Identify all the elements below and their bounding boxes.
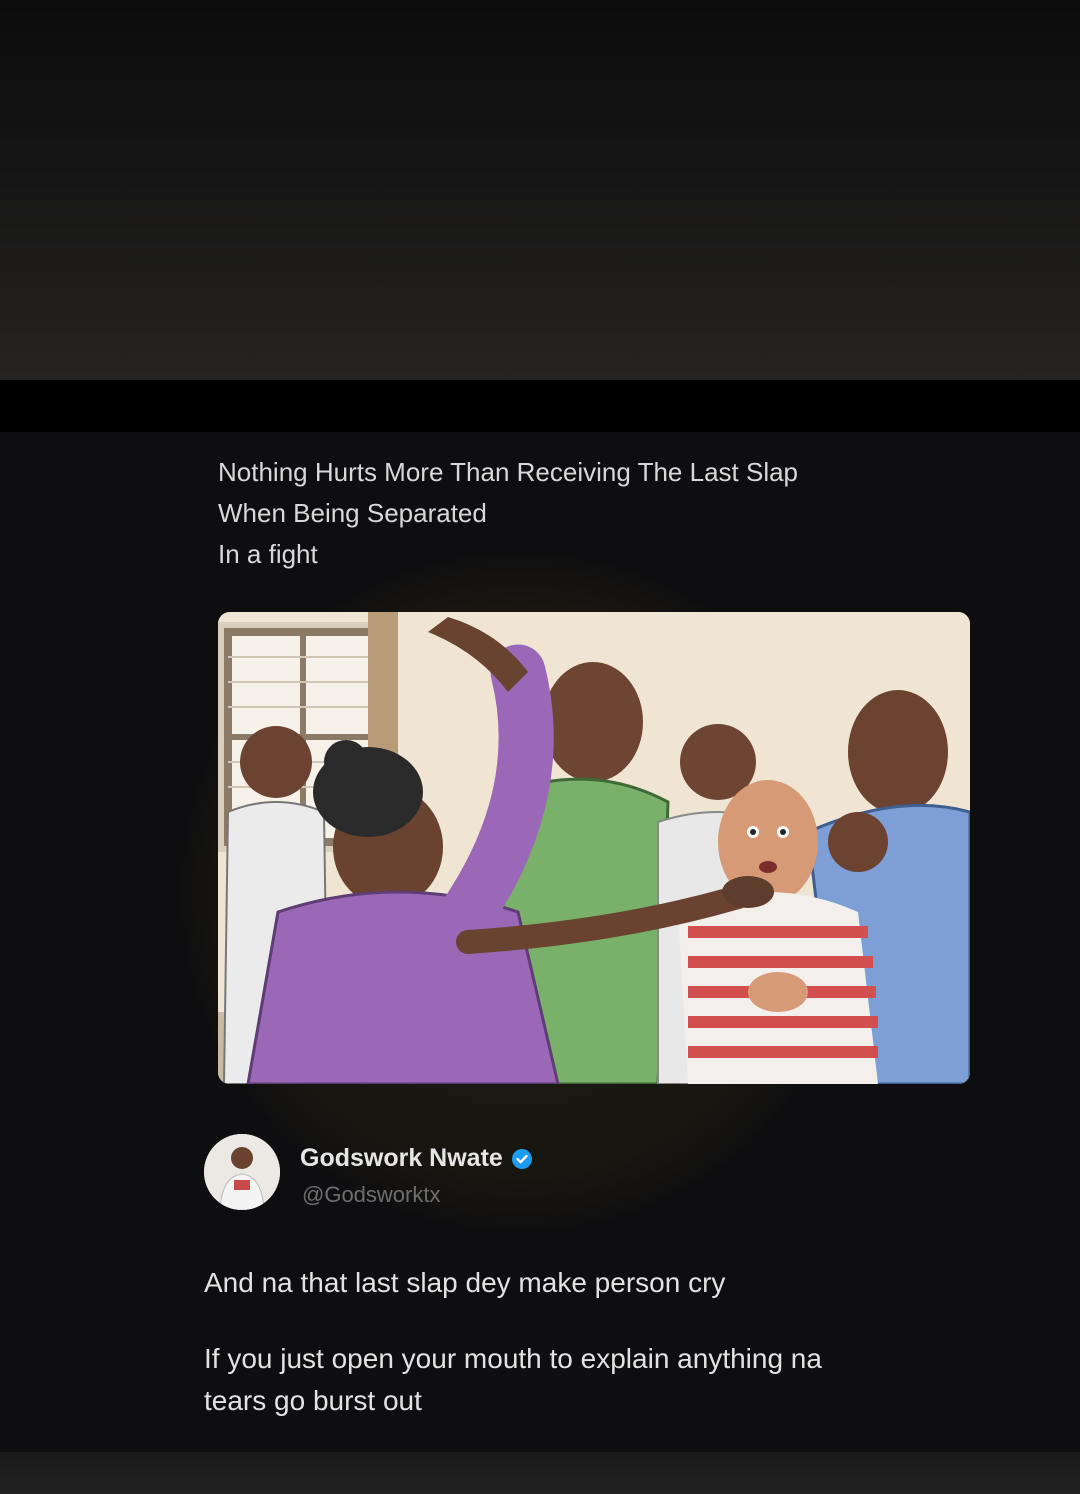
bottom-bar: [0, 1452, 1080, 1494]
post-image[interactable]: [218, 612, 970, 1084]
avatar-image: [204, 1134, 280, 1210]
quoted-line: In a fight: [218, 539, 318, 569]
avatar[interactable]: [204, 1134, 280, 1210]
quoted-line: Nothing Hurts More Than Receiving The La…: [218, 457, 799, 487]
verified-badge-icon: [511, 1148, 532, 1169]
quoted-post-text: Nothing Hurts More Than Receiving The La…: [218, 452, 958, 575]
reply-line: And na that last slap dey make person cr…: [204, 1267, 726, 1298]
quoted-line: When Being Separated: [218, 498, 487, 528]
post-screen: Nothing Hurts More Than Receiving The La…: [0, 432, 1080, 1452]
reply-text: And na that last slap dey make person cr…: [204, 1262, 964, 1422]
reply-line: tears go burst out: [204, 1385, 422, 1416]
fight-illustration: [218, 612, 970, 1084]
author-display-name[interactable]: Godswork Nwate: [300, 1144, 503, 1173]
reply-line: If you just open your mouth to explain a…: [204, 1343, 822, 1374]
author-handle[interactable]: @Godsworktx: [302, 1182, 440, 1208]
author-name-row: Godswork Nwate: [300, 1144, 533, 1173]
top-dark-area: [0, 0, 1080, 380]
separator-band: [0, 380, 1080, 432]
author-row[interactable]: Godswork Nwate @Godsworktx: [204, 1132, 904, 1222]
